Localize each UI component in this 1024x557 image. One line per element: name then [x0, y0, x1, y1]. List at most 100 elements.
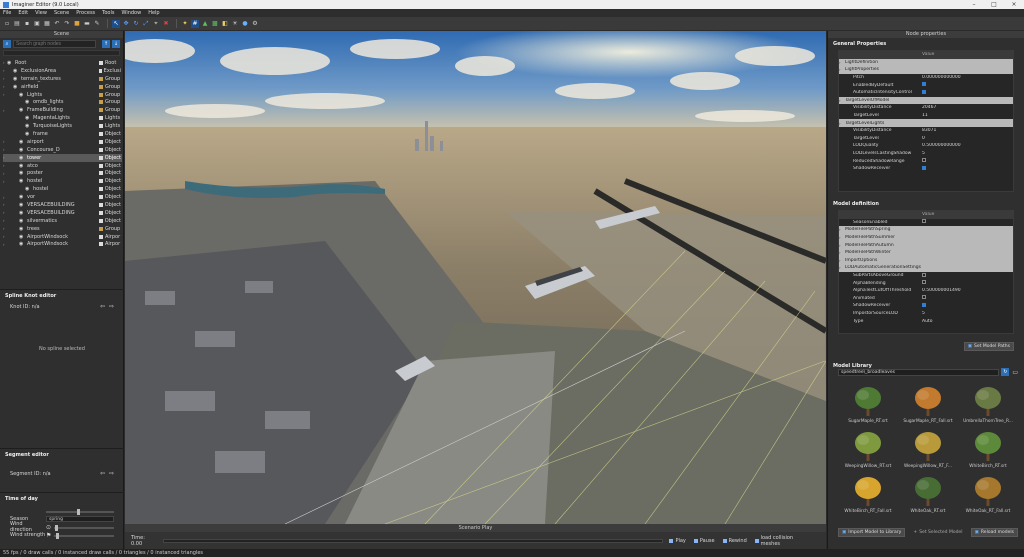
next-arrow-icon[interactable]: ⇨: [109, 303, 114, 310]
property-group-row[interactable]: › ModelFilePathAutumn: [839, 241, 1013, 249]
property-value[interactable]: 0.000000000000: [922, 75, 1013, 80]
visibility-eye-icon[interactable]: ◉: [13, 84, 21, 90]
property-checkbox[interactable]: [922, 280, 926, 285]
brush-icon[interactable]: ✎: [93, 20, 101, 28]
tree-row[interactable]: › ◉ hostel Object: [3, 177, 122, 185]
visibility-eye-icon[interactable]: ◉: [7, 60, 15, 66]
select-tool-icon[interactable]: ↖: [112, 19, 120, 28]
visibility-eye-icon[interactable]: ◉: [19, 147, 27, 153]
expand-arrow-icon[interactable]: ›: [3, 163, 19, 168]
tree-row[interactable]: › ◉ atco Object: [3, 162, 122, 170]
property-row[interactable]: SeasonEnabled: [839, 219, 1013, 227]
expand-arrow-icon[interactable]: ›: [3, 76, 13, 81]
property-row[interactable]: Animated: [839, 295, 1013, 303]
visibility-eye-icon[interactable]: ◉: [19, 178, 27, 184]
timeline-scrubber[interactable]: [162, 538, 664, 543]
library-item[interactable]: WeepingWillow_RT_F...: [898, 426, 958, 469]
menu-process[interactable]: Process: [76, 10, 95, 16]
expand-arrow-icon[interactable]: ›: [3, 155, 19, 160]
library-item[interactable]: WeepingWillow_RT.srt: [838, 426, 898, 469]
tree-row[interactable]: › ◉ AirportWindsock Airpor: [3, 240, 122, 248]
property-checkbox[interactable]: [922, 165, 926, 170]
tree-row[interactable]: › ◉ silvermatics Object: [3, 217, 122, 225]
property-checkbox[interactable]: [922, 158, 926, 163]
new-file-icon[interactable]: ▫: [3, 20, 11, 28]
sun-icon[interactable]: ☀: [231, 20, 239, 28]
visibility-eye-icon[interactable]: ◉: [13, 68, 21, 74]
expand-arrow-icon[interactable]: ›: [3, 218, 19, 223]
expand-arrow-icon[interactable]: ›: [3, 147, 19, 152]
visibility-eye-icon[interactable]: ◉: [19, 170, 27, 176]
refresh-icon[interactable]: ↻: [1001, 368, 1010, 376]
property-row[interactable]: VisibilityDistance 83071: [839, 127, 1013, 135]
property-value[interactable]: 5: [922, 151, 1013, 156]
rotate-tool-icon[interactable]: ↻: [132, 20, 140, 28]
expand-arrow-icon[interactable]: ›: [3, 242, 19, 247]
property-row[interactable]: AlphaBlending: [839, 279, 1013, 287]
visibility-eye-icon[interactable]: ◉: [19, 107, 27, 113]
expand-arrow-icon[interactable]: ›: [3, 84, 13, 89]
pause-button[interactable]: Pause: [700, 538, 715, 544]
expand-arrow-icon[interactable]: ›: [3, 179, 19, 184]
time-slider[interactable]: [46, 508, 114, 515]
property-checkbox[interactable]: [922, 295, 926, 300]
property-value[interactable]: 0: [922, 136, 1013, 141]
reload-models-button[interactable]: ▣ Reload models: [970, 528, 1018, 537]
expand-arrow-icon[interactable]: ›: [3, 68, 13, 73]
visibility-eye-icon[interactable]: ◉: [19, 226, 27, 232]
property-checkbox[interactable]: [922, 89, 926, 94]
expand-arrow-icon[interactable]: ›: [3, 108, 19, 113]
property-row[interactable]: LODLevelsCastingShadow 5: [839, 150, 1013, 158]
light-icon[interactable]: ✦: [181, 20, 189, 28]
tree-row[interactable]: › ◉ airport Object: [3, 138, 122, 146]
property-group-row[interactable]: › LODAutomaticGenerationSettings: [839, 264, 1013, 272]
visibility-eye-icon[interactable]: ◉: [25, 99, 33, 105]
menu-view[interactable]: View: [35, 10, 47, 16]
menu-window[interactable]: Window: [121, 10, 141, 16]
wind-strength-slider[interactable]: [54, 532, 114, 539]
property-value[interactable]: 83071: [922, 128, 1013, 133]
library-item[interactable]: WhiteOak_RT_Fall.srt: [958, 471, 1018, 514]
library-path-input[interactable]: speedtree\_broadleaves: [838, 368, 1000, 376]
property-group-row[interactable]: › LightDefinition: [839, 58, 1013, 67]
property-group-row[interactable]: › ModelFilePathSummer: [839, 233, 1013, 242]
terrain-icon[interactable]: ▩: [211, 20, 219, 28]
library-item[interactable]: WhiteBirch_RT.srt: [958, 426, 1018, 469]
tree-icon[interactable]: ▲: [201, 20, 209, 28]
library-item[interactable]: UmbrellaThornTree_R...: [958, 381, 1018, 424]
property-group-row[interactable]: › ModelFilePathWinter: [839, 248, 1013, 257]
drop-icon[interactable]: ●: [241, 20, 249, 28]
save-all-icon[interactable]: ▣: [33, 20, 41, 28]
folder-open-icon[interactable]: ▭: [1012, 369, 1018, 376]
expand-arrow-icon[interactable]: ›: [3, 171, 19, 176]
menu-edit[interactable]: Edit: [18, 10, 28, 16]
property-row[interactable]: SubPartsAboveGround: [839, 272, 1013, 280]
property-checkbox[interactable]: [922, 82, 926, 87]
visibility-eye-icon[interactable]: ◉: [19, 163, 27, 169]
tree-row[interactable]: › ◉ FrameBuilding Group: [3, 106, 122, 114]
arrow-up-icon[interactable]: ↑: [102, 40, 110, 48]
next-segment-icon[interactable]: ⇨: [109, 470, 114, 477]
visibility-eye-icon[interactable]: ◉: [19, 194, 27, 200]
season-select[interactable]: spring: [46, 516, 114, 522]
property-row[interactable]: TargetLevel 11: [839, 112, 1013, 120]
search-input[interactable]: [13, 40, 96, 48]
tree-row[interactable]: › ◉ terrain_textures Group: [3, 75, 122, 83]
tree-row[interactable]: › ◉ airfield Group: [3, 83, 122, 91]
property-row[interactable]: Pitch 0.000000000000: [839, 74, 1013, 82]
library-item[interactable]: WhiteOak_RT.srt: [898, 471, 958, 514]
visibility-eye-icon[interactable]: ◉: [19, 234, 27, 240]
property-checkbox[interactable]: [922, 219, 926, 224]
paint-icon[interactable]: ◧: [221, 20, 229, 28]
import-model-button[interactable]: ▣ Import Model to Library: [838, 528, 906, 537]
visibility-eye-icon[interactable]: ◉: [19, 155, 27, 161]
property-group-row[interactable]: › ModelFilePathSpring: [839, 226, 1013, 234]
tree-row[interactable]: › ◉ AirportWindsock Airpor: [3, 233, 122, 241]
prev-arrow-icon[interactable]: ⇦: [100, 303, 105, 310]
delete-icon[interactable]: ✖: [162, 20, 170, 28]
property-value[interactable]: 0.500000000000: [922, 143, 1013, 148]
visibility-eye-icon[interactable]: ◉: [19, 218, 27, 224]
visibility-eye-icon[interactable]: ◉: [25, 123, 33, 129]
save-icon[interactable]: ▪: [23, 20, 31, 28]
property-value[interactable]: 5: [922, 311, 1013, 316]
